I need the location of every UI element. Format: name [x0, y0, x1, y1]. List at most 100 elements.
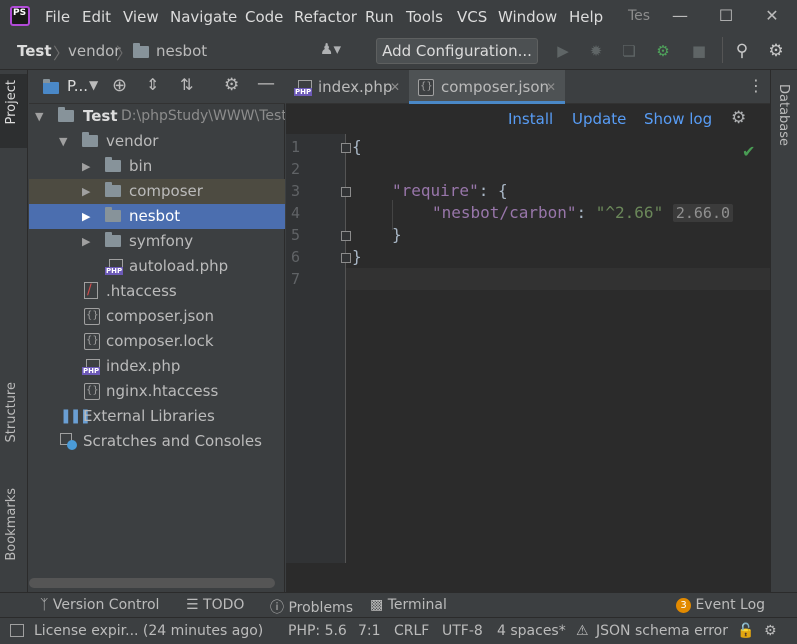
tab-composer-json[interactable]: composer.json ✕ — [409, 70, 565, 104]
settings-gear-icon[interactable]: ⚙ — [765, 40, 787, 62]
tree-item-symfony[interactable]: ▶ symfony — [29, 229, 285, 254]
menu-vcs[interactable]: VCS — [457, 8, 487, 26]
coverage-icon[interactable]: ❏ — [618, 40, 640, 62]
composer-install-link[interactable]: Install — [508, 110, 553, 128]
inspector-icon[interactable]: ⚙ — [764, 623, 777, 639]
side-tab-project[interactable]: Project — [4, 80, 19, 124]
no-problems-check-icon[interactable]: ✔ — [742, 142, 755, 161]
add-configuration-button[interactable]: Add Configuration... — [376, 38, 538, 64]
code-editor[interactable] — [286, 134, 770, 563]
profiler-icon[interactable]: ⚙ — [652, 40, 674, 62]
search-icon[interactable]: ⚲ — [731, 40, 753, 62]
locate-file-icon[interactable]: ⊕ — [112, 75, 127, 96]
chevron-right-icon[interactable]: ▶ — [82, 179, 90, 204]
version-control-tab[interactable]: ᛉ Version Control — [40, 597, 159, 613]
tree-item-vendor[interactable]: ▼ vendor — [29, 129, 285, 154]
tree-item-composer[interactable]: ▶ composer — [29, 179, 285, 204]
event-count-badge: 3 — [676, 598, 691, 613]
tree-item-composer-json[interactable]: composer.json — [29, 304, 285, 329]
terminal-tab[interactable]: ▩ Terminal — [370, 597, 447, 613]
breadcrumb-nesbot[interactable]: nesbot — [156, 42, 207, 60]
file-encoding[interactable]: UTF-8 — [442, 623, 483, 639]
chevron-down-icon[interactable]: ▼ — [59, 129, 67, 154]
json-schema-status[interactable]: JSON schema error — [596, 623, 728, 639]
menu-edit[interactable]: Edit — [82, 8, 111, 26]
tool-window-bar: ᛉ Version Control ☰ TODO ⓘ Problems ▩ Te… — [0, 592, 797, 617]
license-status[interactable]: License expir... (24 minutes ago) — [34, 623, 263, 639]
menu-navigate[interactable]: Navigate — [170, 8, 237, 26]
problems-tab[interactable]: ⓘ Problems — [270, 597, 353, 617]
chevron-right-icon[interactable]: ▶ — [82, 154, 90, 179]
hide-panel-icon[interactable]: — — [257, 73, 275, 94]
todo-tab[interactable]: ☰ TODO — [186, 597, 244, 613]
fold-marker-icon[interactable] — [341, 231, 351, 241]
menu-view[interactable]: View — [123, 8, 159, 26]
stop-icon[interactable]: ■ — [688, 40, 710, 62]
tree-item-bin[interactable]: ▶ bin — [29, 154, 285, 179]
menu-code[interactable]: Code — [245, 8, 283, 26]
close-tab-icon[interactable]: ✕ — [546, 70, 556, 104]
project-view-selector[interactable]: P... — [67, 77, 88, 95]
window-title: Tes — [628, 8, 651, 24]
menu-window[interactable]: Window — [498, 8, 557, 26]
tree-item-autoload[interactable]: autoload.php — [29, 254, 285, 279]
chevron-right-icon[interactable]: ▶ — [82, 204, 90, 229]
tree-item-label: composer.lock — [106, 332, 214, 350]
menu-help[interactable]: Help — [569, 8, 603, 26]
side-tab-bookmarks[interactable]: Bookmarks — [4, 488, 19, 561]
status-message-icon — [10, 624, 24, 637]
composer-show-log-link[interactable]: Show log — [644, 110, 712, 128]
fold-marker-icon[interactable] — [341, 143, 351, 153]
tree-item-label: autoload.php — [129, 257, 229, 275]
tree-item-external-libraries[interactable]: ❚❚❚ External Libraries — [29, 404, 285, 429]
run-icon[interactable]: ▶ — [552, 40, 574, 62]
breadcrumb-vendor[interactable]: vendor — [68, 42, 120, 60]
caret-position[interactable]: 7:1 — [358, 623, 381, 639]
menu-refactor[interactable]: Refactor — [294, 8, 357, 26]
code-line-1: { — [352, 137, 362, 156]
event-log-tab[interactable]: 3 Event Log — [676, 597, 765, 614]
json-file-icon — [84, 308, 100, 325]
fold-marker-icon[interactable] — [341, 253, 351, 263]
panel-settings-icon[interactable]: ⚙ — [224, 75, 239, 95]
tree-item-nginx-htaccess[interactable]: nginx.htaccess — [29, 379, 285, 404]
indent-setting[interactable]: 4 spaces* — [497, 623, 566, 639]
close-tab-icon[interactable]: ✕ — [390, 70, 400, 104]
fold-marker-icon[interactable] — [341, 187, 351, 197]
menu-tools[interactable]: Tools — [406, 8, 443, 26]
chevron-down-icon[interactable]: ▼ — [89, 78, 98, 92]
chevron-down-icon[interactable]: ▼ — [35, 104, 43, 129]
breadcrumb-test[interactable]: Test — [17, 42, 52, 60]
maximize-icon[interactable]: ☐ — [714, 4, 738, 28]
tree-item-root[interactable]: ▼ Test D:\phpStudy\WWW\Test — [29, 104, 285, 129]
close-window-icon[interactable]: ✕ — [760, 4, 784, 28]
php-file-icon — [82, 359, 101, 375]
line-separator[interactable]: CRLF — [394, 623, 429, 639]
menu-run[interactable]: Run — [365, 8, 394, 26]
debug-icon[interactable]: ✹ — [585, 40, 607, 62]
left-tool-stripe: Project Structure Bookmarks — [0, 70, 28, 592]
php-version-status[interactable]: PHP: 5.6 — [288, 623, 347, 639]
tab-index-php[interactable]: index.php ✕ — [286, 70, 408, 104]
tree-item-htaccess[interactable]: / .htaccess — [29, 279, 285, 304]
lock-icon[interactable]: 🔓 — [737, 623, 754, 639]
tree-item-index-php[interactable]: index.php — [29, 354, 285, 379]
minimize-icon[interactable]: — — [668, 4, 692, 28]
phpstorm-logo-icon[interactable]: PS — [10, 6, 30, 26]
composer-update-link[interactable]: Update — [572, 110, 626, 128]
tree-item-scratches[interactable]: Scratches and Consoles — [29, 429, 285, 454]
collapse-all-icon[interactable]: ⇅ — [180, 75, 193, 94]
tree-item-nesbot[interactable]: ▶ nesbot — [29, 204, 285, 229]
tree-item-composer-lock[interactable]: composer.lock — [29, 329, 285, 354]
menu-file[interactable]: File — [45, 8, 70, 26]
composer-settings-icon[interactable]: ⚙ — [731, 108, 746, 128]
more-tabs-icon[interactable]: ⋮ — [748, 76, 764, 95]
chevron-right-icon[interactable]: ▶ — [82, 229, 90, 254]
expand-all-icon[interactable]: ⇕ — [146, 75, 159, 94]
side-tab-database[interactable]: Database — [776, 84, 791, 146]
side-tab-structure[interactable]: Structure — [4, 382, 19, 442]
user-account-icon[interactable]: ♟▾ — [320, 40, 354, 62]
list-icon: ☰ — [186, 597, 204, 613]
project-horizontal-scrollbar[interactable] — [29, 578, 275, 588]
tree-item-label: Scratches and Consoles — [83, 432, 262, 450]
